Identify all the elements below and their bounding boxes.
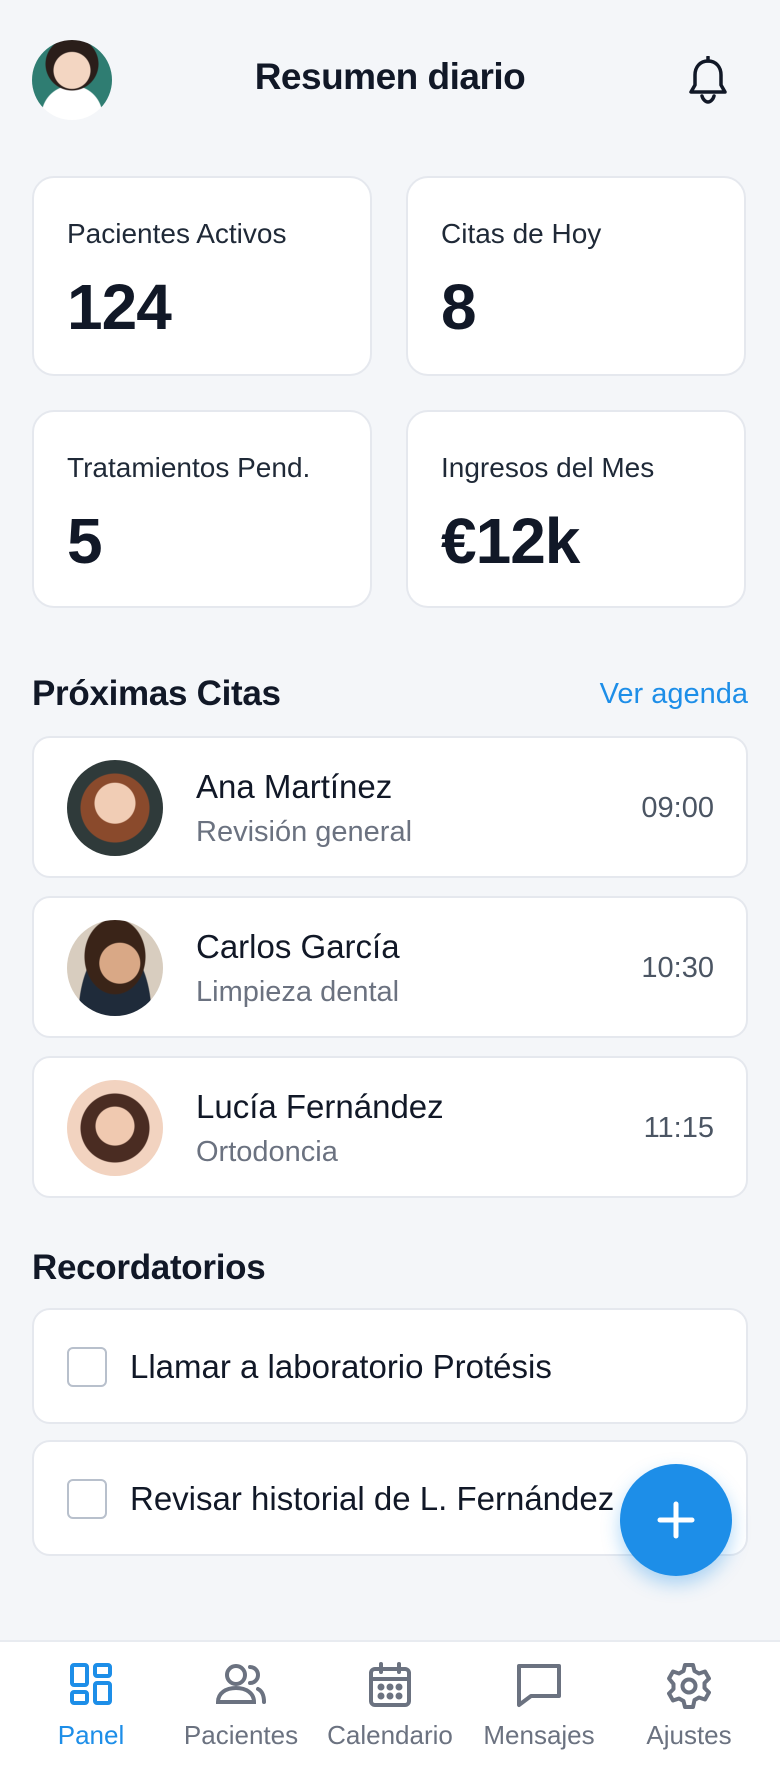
appointment-time: 09:00 [641, 792, 714, 824]
add-button[interactable] [620, 1464, 732, 1576]
appointment-card[interactable]: Carlos García Limpieza dental 10:30 [32, 896, 748, 1038]
nav-item-panel[interactable]: Panel [16, 1642, 166, 1768]
treatment-type: Revisión general [196, 816, 413, 848]
patient-avatar [67, 760, 163, 856]
stat-value: 5 [67, 505, 103, 577]
appointment-card[interactable]: Lucía Fernández Ortodoncia 11:15 [32, 1056, 748, 1198]
nav-label: Calendario [327, 1720, 453, 1750]
stat-label: Tratamientos Pend. [67, 452, 311, 483]
notification-bell-icon[interactable] [686, 55, 730, 104]
stat-label: Citas de Hoy [441, 218, 602, 249]
stat-card-appointments-today[interactable]: Citas de Hoy 8 [406, 176, 746, 376]
nav-label: Pacientes [183, 1720, 299, 1750]
treatment-type: Limpieza dental [196, 976, 400, 1008]
stat-label: Ingresos del Mes [441, 452, 655, 483]
view-agenda-link[interactable]: Ver agenda [600, 678, 748, 711]
appointment-time: 11:15 [643, 1112, 714, 1144]
message-icon [517, 1664, 561, 1707]
reminder-item: Llamar a laboratorio Protésis [32, 1308, 748, 1424]
nav-item-messages[interactable]: Mensajes [464, 1642, 614, 1768]
dashboard-icon [70, 1663, 112, 1705]
appointment-card[interactable]: Ana Martínez Revisión general 09:00 [32, 736, 748, 878]
nav-label: Panel [57, 1720, 125, 1750]
patient-name: Lucía Fernández [196, 1088, 444, 1125]
nav-label: Ajustes [646, 1720, 732, 1750]
reminder-checkbox[interactable] [67, 1347, 107, 1387]
section-title-reminders: Recordatorios [32, 1248, 266, 1287]
users-icon [215, 1664, 266, 1704]
stat-value: 124 [67, 271, 172, 343]
stat-card-pending-treatments[interactable]: Tratamientos Pend. 5 [32, 410, 372, 608]
nav-item-settings[interactable]: Ajustes [614, 1642, 764, 1768]
stat-label: Pacientes Activos [67, 218, 287, 249]
nav-item-calendar[interactable]: Calendario [315, 1642, 465, 1768]
patient-name: Carlos García [196, 928, 400, 965]
plus-icon [657, 1501, 695, 1539]
stat-card-active-patients[interactable]: Pacientes Activos 124 [32, 176, 372, 376]
page-title: Resumen diario [254, 56, 526, 97]
stat-value: 8 [441, 271, 477, 343]
gear-icon [667, 1663, 711, 1709]
patient-name: Ana Martínez [196, 768, 393, 805]
treatment-type: Ortodoncia [196, 1136, 338, 1168]
nav-label: Mensajes [483, 1720, 595, 1750]
calendar-icon [369, 1662, 411, 1707]
bottom-navigation: Panel Pacientes Calendario Mensajes Ajus… [0, 1640, 780, 1768]
reminder-text: Llamar a laboratorio Protésis [130, 1348, 552, 1385]
patient-avatar [67, 920, 163, 1016]
reminder-text: Revisar historial de L. Fernández [130, 1480, 615, 1517]
appointment-time: 10:30 [641, 952, 714, 984]
stat-card-monthly-income[interactable]: Ingresos del Mes €12k [406, 410, 746, 608]
section-title-appointments: Próximas Citas [32, 674, 281, 713]
header: Resumen diario [0, 0, 780, 160]
stat-value: €12k [441, 505, 580, 577]
nav-item-patients[interactable]: Pacientes [166, 1642, 316, 1768]
reminder-checkbox[interactable] [67, 1479, 107, 1519]
patient-avatar [67, 1080, 163, 1176]
